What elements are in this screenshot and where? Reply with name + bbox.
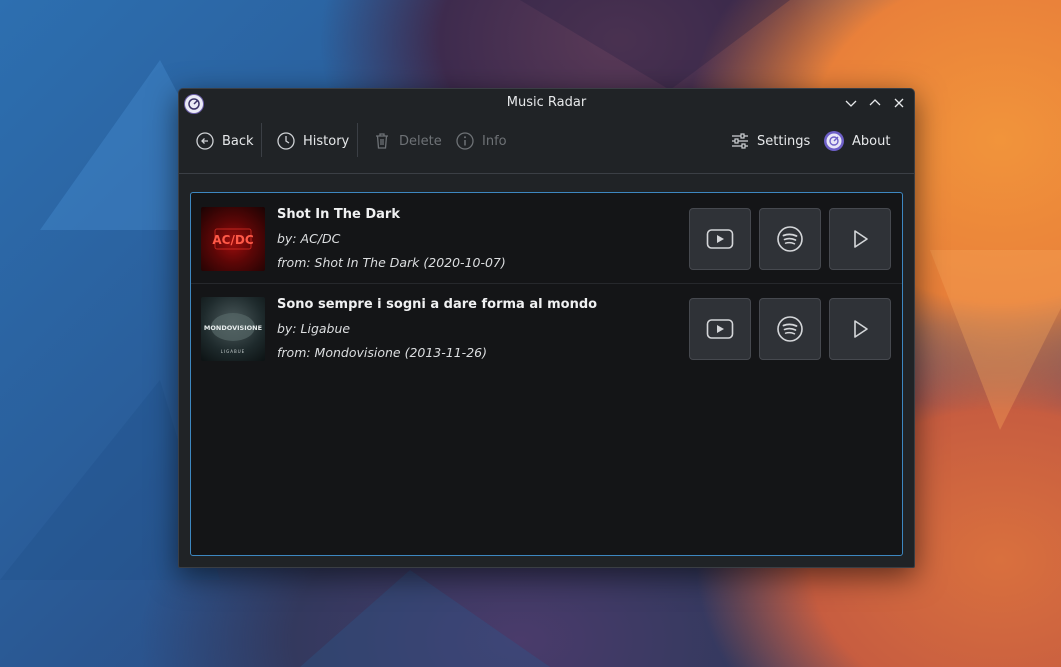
spotify-icon xyxy=(777,226,803,252)
play-icon xyxy=(854,320,868,338)
maximize-button[interactable] xyxy=(865,93,885,113)
clock-icon xyxy=(277,132,295,150)
wallpaper-facet xyxy=(300,570,550,667)
youtube-icon xyxy=(706,229,734,249)
youtube-icon xyxy=(706,319,734,339)
chevron-down-icon xyxy=(845,100,857,107)
app-logo-icon xyxy=(824,131,844,151)
history-list[interactable]: AC/DC Shot In The Dark by: AC/DC from: S… xyxy=(190,192,903,556)
about-button[interactable]: About xyxy=(823,128,890,154)
spotify-icon xyxy=(777,316,803,342)
toolbar: Back History Delete Info Settings About xyxy=(179,119,914,163)
list-item[interactable]: AC/DC Shot In The Dark by: AC/DC from: S… xyxy=(191,193,902,284)
album-cover: AC/DC xyxy=(201,207,265,271)
info-button[interactable]: Info xyxy=(455,128,507,154)
music-radar-window: Music Radar Back History Delete Info Set… xyxy=(178,88,915,568)
wallpaper-facet xyxy=(520,0,790,90)
spotify-button[interactable] xyxy=(759,298,821,360)
settings-label: Settings xyxy=(757,133,811,149)
settings-button[interactable]: Settings xyxy=(730,128,810,154)
history-label: History xyxy=(303,133,350,149)
song-title: Shot In The Dark xyxy=(277,207,400,222)
chevron-up-icon xyxy=(869,99,881,106)
play-button[interactable] xyxy=(829,208,891,270)
back-button[interactable]: Back xyxy=(195,128,254,154)
wallpaper-facet xyxy=(930,250,1061,430)
song-album: from: Mondovisione (2013-11-26) xyxy=(277,345,487,360)
song-artist: by: Ligabue xyxy=(277,321,351,336)
cover-logo-text: AC/DC xyxy=(212,233,253,247)
youtube-button[interactable] xyxy=(689,208,751,270)
about-label: About xyxy=(852,133,891,149)
info-icon xyxy=(456,132,474,150)
minimize-button[interactable] xyxy=(841,93,861,113)
info-label: Info xyxy=(482,133,507,149)
toolbar-divider xyxy=(179,173,914,174)
back-label: Back xyxy=(222,133,254,149)
arrow-left-circle-icon xyxy=(196,132,214,150)
close-icon xyxy=(894,98,904,108)
list-item[interactable]: MONDOVISIONE LIGABUE Sono sempre i sogni… xyxy=(191,283,902,373)
youtube-button[interactable] xyxy=(689,298,751,360)
spotify-button[interactable] xyxy=(759,208,821,270)
delete-button[interactable]: Delete xyxy=(372,128,442,154)
window-title: Music Radar xyxy=(506,95,587,110)
cover-artist-text: LIGABUE xyxy=(221,349,245,354)
history-button[interactable]: History xyxy=(276,128,349,154)
close-button[interactable] xyxy=(889,93,909,113)
song-title: Sono sempre i sogni a dare forma al mond… xyxy=(277,297,598,312)
toolbar-separator xyxy=(261,123,262,157)
title-bar: Music Radar xyxy=(179,89,914,117)
trash-icon xyxy=(376,133,388,149)
delete-label: Delete xyxy=(399,133,442,149)
song-album: from: Shot In The Dark (2020-10-07) xyxy=(277,255,506,270)
toolbar-separator xyxy=(357,123,358,157)
cover-title-text: MONDOVISIONE xyxy=(204,324,262,332)
album-cover: MONDOVISIONE LIGABUE xyxy=(201,297,265,361)
play-icon xyxy=(854,230,868,248)
sliders-icon xyxy=(732,133,748,149)
play-button[interactable] xyxy=(829,298,891,360)
song-artist: by: AC/DC xyxy=(277,231,341,246)
